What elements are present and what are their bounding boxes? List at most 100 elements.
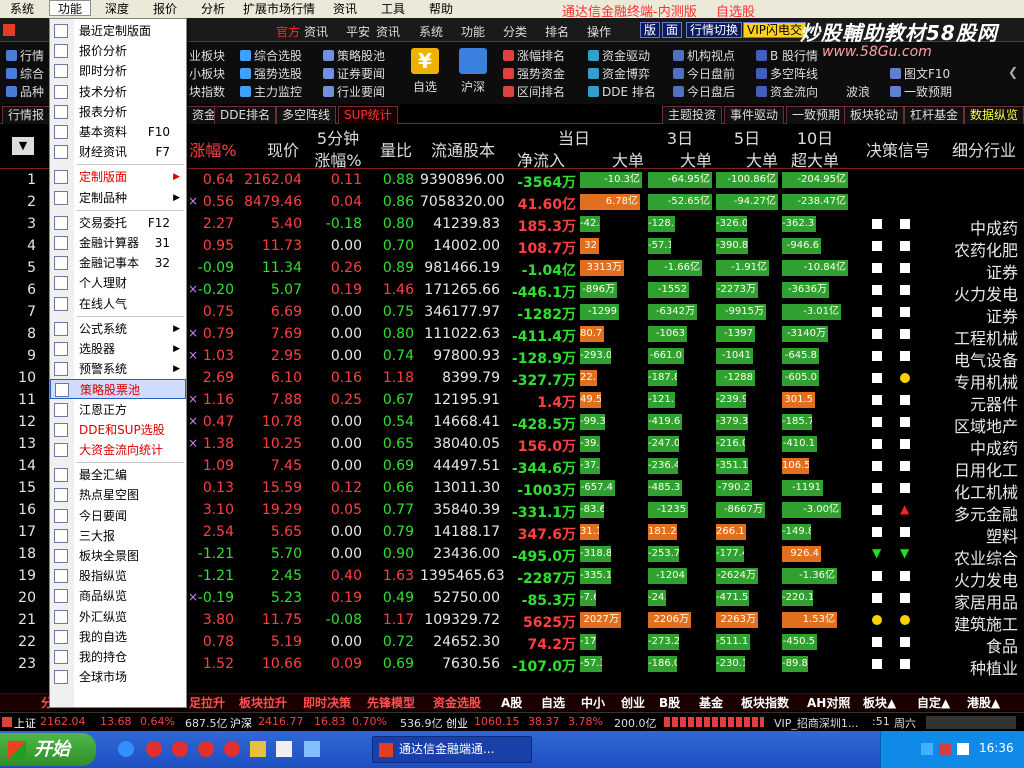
toolbar-institution-view[interactable]: 机构视点 bbox=[673, 48, 735, 64]
menu-item[interactable]: 报价分析 bbox=[50, 41, 186, 61]
tray-icon-2[interactable] bbox=[939, 743, 951, 755]
tray-icon-1[interactable] bbox=[921, 743, 933, 755]
toolbar-industry-news[interactable]: 行业要闻 bbox=[323, 84, 385, 100]
market-tab[interactable]: 自定▲ bbox=[914, 695, 953, 711]
menu-system[interactable]: 系统 bbox=[10, 1, 34, 17]
menu-item[interactable]: 报表分析 bbox=[50, 102, 186, 122]
menu-analysis[interactable]: 分析 bbox=[201, 1, 225, 17]
menu-item[interactable]: 板块全景图 bbox=[50, 546, 186, 566]
toolbar-gem-sector[interactable]: 业板块 bbox=[189, 48, 225, 64]
tab-event-driven[interactable]: 事件驱动 bbox=[724, 106, 785, 124]
news-label[interactable]: 资讯 bbox=[304, 23, 328, 40]
ie-icon[interactable] bbox=[118, 741, 134, 757]
toolbar-variety[interactable]: 品种 bbox=[6, 84, 44, 100]
menu-item[interactable]: 选股器 ▶ bbox=[50, 339, 186, 359]
quicklaunch-icon-5[interactable] bbox=[224, 741, 240, 757]
toolbar-strong-funds[interactable]: 强势资金 bbox=[503, 66, 565, 82]
col-5min[interactable]: 5分钟 bbox=[308, 125, 368, 149]
menu-item[interactable]: 我的自选 bbox=[50, 627, 186, 647]
start-button[interactable]: 开始 bbox=[0, 733, 96, 766]
tab-sup-stats[interactable]: SUP统计 bbox=[338, 106, 398, 124]
toolbar-sector-index[interactable]: 块指数 bbox=[189, 84, 225, 100]
menu-item[interactable]: 公式系统 ▶ bbox=[50, 319, 186, 339]
menu-item[interactable]: 基本资料 F10 bbox=[50, 122, 186, 142]
col-large-order[interactable]: 大单 bbox=[584, 147, 644, 171]
tab-data-overview[interactable]: 数据纵览 bbox=[964, 106, 1024, 124]
toolbar-gain-rank[interactable]: 涨幅排名 bbox=[503, 48, 565, 64]
col-5min-pct[interactable]: 涨幅% bbox=[308, 147, 368, 171]
market-tab[interactable]: 即时决策 bbox=[300, 695, 354, 711]
clock[interactable]: 16:36 bbox=[979, 741, 1014, 755]
menu-item[interactable]: 在线人气 bbox=[50, 294, 186, 314]
menu-item[interactable]: 外汇纵览 bbox=[50, 607, 186, 627]
layout-button-2[interactable]: 面 bbox=[662, 22, 683, 38]
menu-help[interactable]: 帮助 bbox=[429, 1, 453, 17]
col-3day-large[interactable]: 大单 bbox=[648, 147, 712, 171]
menu-item[interactable]: 金融计算器 31 bbox=[50, 233, 186, 253]
menu-extended-market[interactable]: 扩展市场行情 bbox=[243, 1, 315, 17]
vip-server[interactable]: VIP_招商深圳1... bbox=[774, 715, 858, 731]
toolbar-postmarket[interactable]: 今日盘后 bbox=[673, 84, 735, 100]
vip-trade-button[interactable]: VIP闪电交 bbox=[743, 22, 806, 38]
toolbar-small-sector[interactable]: 小板块 bbox=[189, 66, 225, 82]
toolbar-composite[interactable]: 综合 bbox=[6, 66, 44, 82]
toolbar-dde-rank[interactable]: DDE 排名 bbox=[588, 84, 656, 100]
toolbar-quote[interactable]: 行情 bbox=[6, 48, 44, 64]
market-tab[interactable]: 创业 bbox=[618, 695, 648, 711]
tab-dde-rank[interactable]: DDE排名 bbox=[214, 106, 277, 124]
toolbar-fund-drive[interactable]: 资金驱动 bbox=[588, 48, 650, 64]
menu-item[interactable]: 最近定制版面 bbox=[50, 21, 186, 41]
title-rank[interactable]: 排名 bbox=[545, 23, 569, 40]
menu-item[interactable]: 策略股票池 bbox=[50, 379, 186, 400]
market-tab[interactable]: 港股▲ bbox=[964, 695, 1003, 711]
menu-function[interactable]: 功能 bbox=[49, 0, 92, 16]
toolbar-main-monitor[interactable]: 主力监控 bbox=[240, 84, 302, 100]
quicklaunch-icon-2[interactable] bbox=[146, 741, 162, 757]
menu-item[interactable]: 商品纵览 bbox=[50, 586, 186, 606]
market-tab[interactable]: 中小 bbox=[578, 695, 608, 711]
tab-leveraged-fund[interactable]: 杠杆基金 bbox=[904, 106, 965, 124]
menu-item[interactable]: 定制品种 ▶ bbox=[50, 188, 186, 208]
menu-item[interactable]: 交易委托 F12 bbox=[50, 213, 186, 233]
toolbar-long-short[interactable]: 多空阵线 bbox=[756, 66, 818, 82]
title-function[interactable]: 功能 bbox=[461, 23, 485, 40]
menu-item[interactable]: 江恩正方 bbox=[50, 400, 186, 420]
toolbar-premarket[interactable]: 今日盘前 bbox=[673, 66, 735, 82]
toolbar-securities-news[interactable]: 证券要闻 bbox=[323, 66, 385, 82]
toolbar-watchlist[interactable]: ¥ 自选 bbox=[404, 48, 446, 95]
toolbar-shanghai-shenzhen[interactable]: 沪深 bbox=[452, 48, 494, 95]
title-operate[interactable]: 操作 bbox=[587, 23, 611, 40]
menu-item[interactable]: 技术分析 bbox=[50, 82, 186, 102]
market-tab[interactable]: B股 bbox=[656, 695, 683, 711]
col-price[interactable]: 现价 bbox=[258, 137, 308, 161]
col-decision-signal[interactable]: 决策信号 bbox=[860, 137, 936, 161]
tab-consensus[interactable]: 一致预期 bbox=[786, 106, 847, 124]
quicklaunch-icon-6[interactable] bbox=[250, 741, 266, 757]
toolbar-range-rank[interactable]: 区间排名 bbox=[503, 84, 565, 100]
market-tab[interactable]: 基金 bbox=[696, 695, 726, 711]
toolbar-fund-flow[interactable]: 资金流向 bbox=[756, 84, 818, 100]
market-tab[interactable]: AH对照 bbox=[804, 695, 853, 711]
menu-tools[interactable]: 工具 bbox=[381, 1, 405, 17]
toolbar-strategy-pool[interactable]: 策略股池 bbox=[323, 48, 385, 64]
toolbar-scroll-arrow-icon[interactable]: ❮ bbox=[1008, 64, 1018, 80]
col-net-inflow[interactable]: 净流入 bbox=[504, 147, 578, 171]
quicklaunch-icon-7[interactable] bbox=[276, 741, 292, 757]
tab-theme-invest[interactable]: 主题投资 bbox=[662, 106, 723, 124]
tray-icon-3[interactable] bbox=[957, 743, 969, 755]
menu-item[interactable]: 我的持仓 bbox=[50, 647, 186, 667]
col-sub-industry[interactable]: 细分行业 bbox=[944, 137, 1024, 161]
menu-item[interactable]: 金融记事本 32 bbox=[50, 253, 186, 273]
menu-item[interactable]: 预警系统 ▶ bbox=[50, 359, 186, 379]
menu-item[interactable]: 财经资讯 F7 bbox=[50, 142, 186, 162]
quicklaunch-icon-4[interactable] bbox=[198, 741, 214, 757]
menu-news[interactable]: 资讯 bbox=[333, 1, 357, 17]
pingan-label[interactable]: 平安 bbox=[346, 23, 370, 40]
menu-item[interactable]: 个人理财 bbox=[50, 273, 186, 293]
taskbar-app-button[interactable]: 通达信金融端通... bbox=[372, 736, 532, 763]
toolbar-fund-game[interactable]: 资金博弈 bbox=[588, 66, 650, 82]
market-tab[interactable]: 自选 bbox=[538, 695, 568, 711]
market-tab[interactable]: 板块拉升 bbox=[236, 695, 290, 711]
market-tab[interactable]: 资金选股 bbox=[430, 695, 484, 711]
market-tab[interactable]: 板块▲ bbox=[860, 695, 899, 711]
